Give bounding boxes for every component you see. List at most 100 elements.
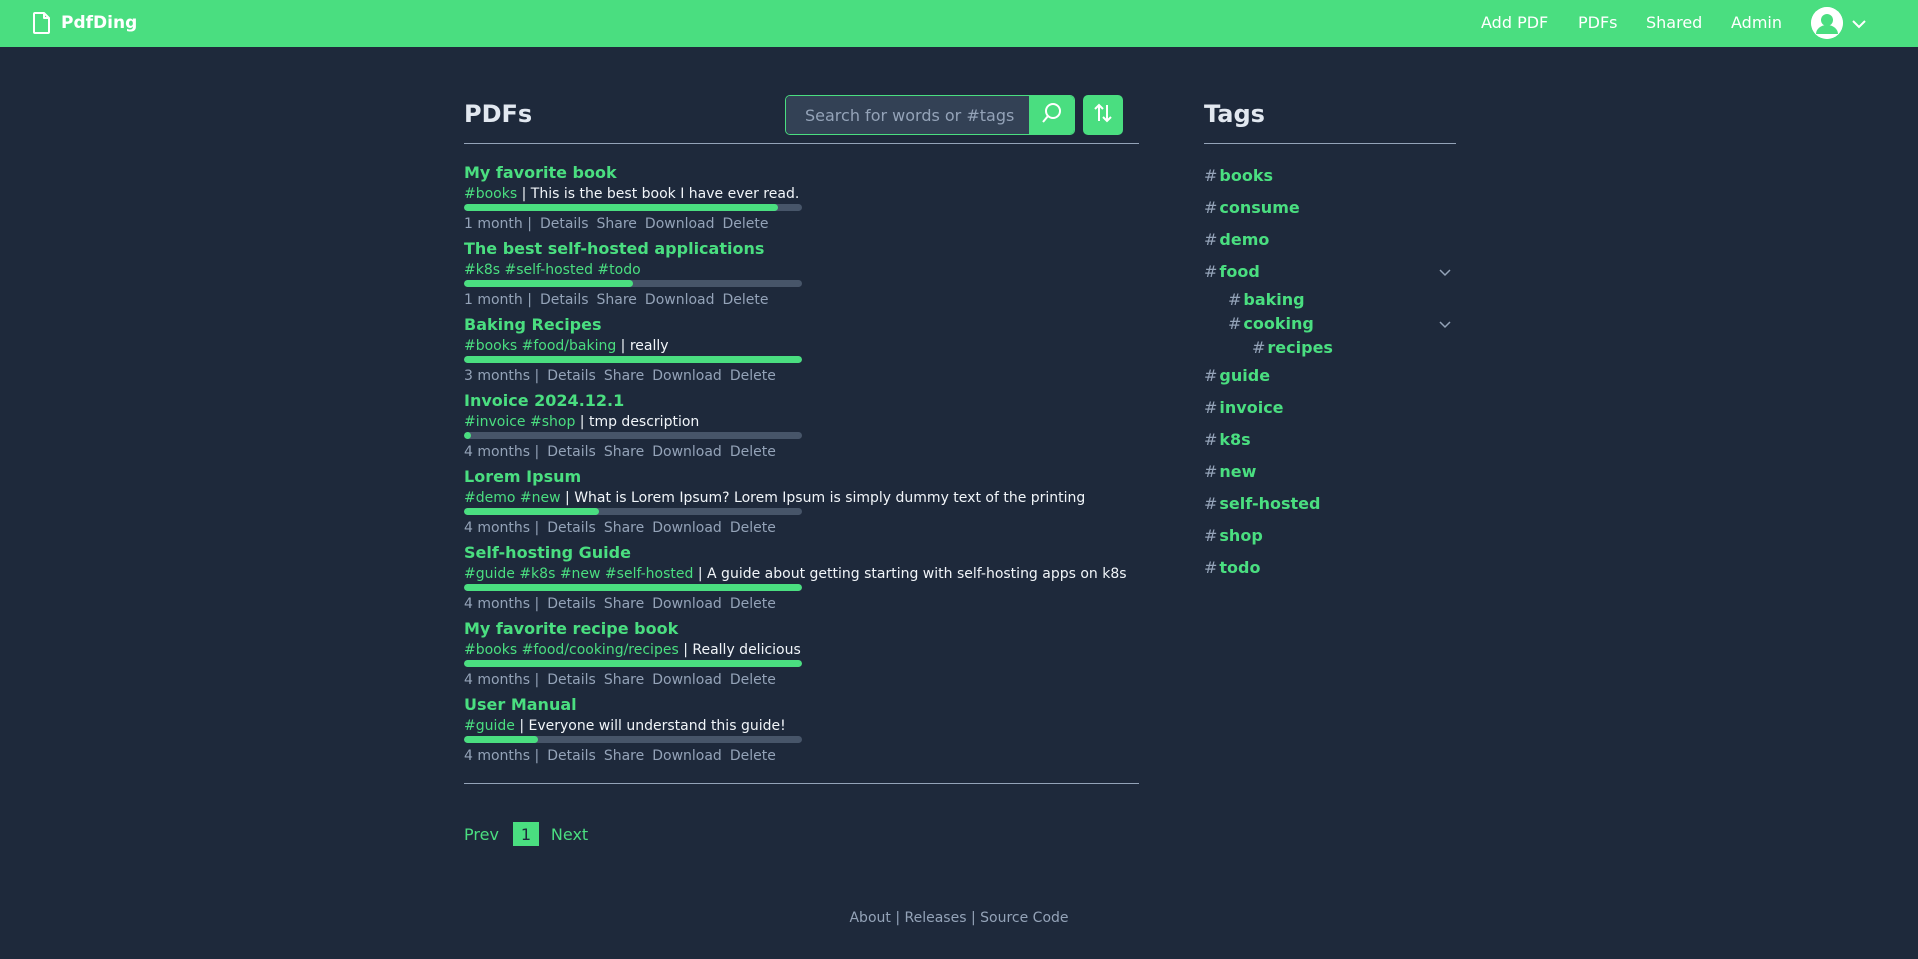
nav-admin[interactable]: Admin xyxy=(1731,13,1782,32)
divider xyxy=(464,143,1139,144)
details-link[interactable]: Details xyxy=(547,596,596,612)
share-link[interactable]: Share xyxy=(597,216,637,232)
tag-label: self-hosted xyxy=(1219,494,1321,513)
tag-shop[interactable]: # shop xyxy=(1204,526,1263,545)
tag-guide[interactable]: # guide xyxy=(1204,366,1270,385)
pdf-title-link[interactable]: Baking Recipes xyxy=(464,315,602,334)
details-link[interactable]: Details xyxy=(547,444,596,460)
tag-label: cooking xyxy=(1243,314,1314,333)
user-menu-button[interactable] xyxy=(1811,7,1867,39)
download-link[interactable]: Download xyxy=(652,596,722,612)
tag-self-hosted[interactable]: # self-hosted xyxy=(1204,494,1320,513)
pdf-item: Lorem Ipsum #demo #new | What is Lorem I… xyxy=(464,467,1104,543)
pdf-tags[interactable]: #demo #new xyxy=(464,490,561,506)
source-code-link[interactable]: Source Code xyxy=(980,910,1068,926)
share-link[interactable]: Share xyxy=(604,748,644,764)
tag-consume[interactable]: # consume xyxy=(1204,198,1300,217)
tag-label: new xyxy=(1219,462,1257,481)
pdf-title-link[interactable]: Lorem Ipsum xyxy=(464,467,581,486)
share-link[interactable]: Share xyxy=(604,672,644,688)
current-page[interactable]: 1 xyxy=(512,822,539,846)
details-link[interactable]: Details xyxy=(547,748,596,764)
share-link[interactable]: Share xyxy=(597,292,637,308)
details-link[interactable]: Details xyxy=(540,292,589,308)
delete-link[interactable]: Delete xyxy=(730,444,776,460)
tag-recipes[interactable]: # recipes xyxy=(1252,338,1333,357)
progress-bar xyxy=(464,432,802,439)
pdf-tags[interactable]: #books xyxy=(464,186,517,202)
download-link[interactable]: Download xyxy=(652,520,722,536)
share-link[interactable]: Share xyxy=(604,368,644,384)
search-button[interactable] xyxy=(1029,96,1074,134)
pdf-title-link[interactable]: Self-hosting Guide xyxy=(464,543,631,562)
pdf-title-link[interactable]: The best self-hosted applications xyxy=(464,239,764,258)
description-text: Really delicious xyxy=(692,642,801,658)
pdf-tags[interactable]: #books #food/cooking/recipes xyxy=(464,642,679,658)
delete-link[interactable]: Delete xyxy=(730,596,776,612)
pdf-title-link[interactable]: Invoice 2024.12.1 xyxy=(464,391,624,410)
details-link[interactable]: Details xyxy=(547,520,596,536)
share-link[interactable]: Share xyxy=(604,520,644,536)
pdf-item: The best self-hosted applications #k8s #… xyxy=(464,239,1104,315)
next-page-link[interactable]: Next xyxy=(551,825,588,844)
details-link[interactable]: Details xyxy=(547,368,596,384)
details-link[interactable]: Details xyxy=(540,216,589,232)
nav-shared[interactable]: Shared xyxy=(1646,13,1702,32)
releases-link[interactable]: Releases xyxy=(905,910,967,926)
delete-link[interactable]: Delete xyxy=(730,748,776,764)
progress-bar xyxy=(464,660,802,667)
tag-demo[interactable]: # demo xyxy=(1204,230,1269,249)
tag-books[interactable]: # books xyxy=(1204,166,1273,185)
tag-todo[interactable]: # todo xyxy=(1204,558,1261,577)
delete-link[interactable]: Delete xyxy=(730,520,776,536)
separator: | xyxy=(693,566,708,582)
tag-k8s[interactable]: # k8s xyxy=(1204,430,1251,449)
details-link[interactable]: Details xyxy=(547,672,596,688)
pdf-tags[interactable]: #guide xyxy=(464,718,515,734)
footer-separator: | xyxy=(966,910,981,926)
pdf-tags[interactable]: #guide #k8s #new #self-hosted xyxy=(464,566,693,582)
tag-food[interactable]: # food xyxy=(1204,262,1260,281)
download-link[interactable]: Download xyxy=(652,748,722,764)
brand-name: PdfDing xyxy=(61,13,138,33)
progress-fill xyxy=(464,280,633,287)
download-link[interactable]: Download xyxy=(652,368,722,384)
divider xyxy=(464,783,1139,784)
search-input[interactable] xyxy=(786,96,1030,134)
chevron-down-icon[interactable] xyxy=(1437,316,1453,332)
description-text: What is Lorem Ipsum? Lorem Ipsum is simp… xyxy=(574,490,1086,506)
pdf-title-link[interactable]: My favorite book xyxy=(464,163,617,182)
share-link[interactable]: Share xyxy=(604,444,644,460)
share-link[interactable]: Share xyxy=(604,596,644,612)
delete-link[interactable]: Delete xyxy=(723,216,769,232)
delete-link[interactable]: Delete xyxy=(730,368,776,384)
delete-link[interactable]: Delete xyxy=(730,672,776,688)
brand-link[interactable]: PdfDing xyxy=(33,11,137,35)
nav-pdfs[interactable]: PDFs xyxy=(1578,13,1618,32)
download-link[interactable]: Download xyxy=(645,216,715,232)
separator: | xyxy=(514,718,529,734)
about-link[interactable]: About xyxy=(849,910,890,926)
pdf-age: 4 months | xyxy=(464,520,540,536)
pdf-title-link[interactable]: My favorite recipe book xyxy=(464,619,678,638)
nav-add-pdf[interactable]: Add PDF xyxy=(1481,13,1548,32)
prev-page-link[interactable]: Prev xyxy=(464,825,499,844)
tag-label: demo xyxy=(1219,230,1270,249)
hash-icon: # xyxy=(1204,262,1218,281)
chevron-down-icon[interactable] xyxy=(1437,264,1453,280)
pdf-title-link[interactable]: User Manual xyxy=(464,695,577,714)
progress-bar xyxy=(464,356,802,363)
tag-baking[interactable]: # baking xyxy=(1228,290,1305,309)
hash-icon: # xyxy=(1204,230,1218,249)
tag-invoice[interactable]: # invoice xyxy=(1204,398,1284,417)
sort-button[interactable] xyxy=(1083,95,1123,135)
download-link[interactable]: Download xyxy=(652,672,722,688)
pdf-tags[interactable]: #k8s #self-hosted #todo xyxy=(464,262,641,278)
tag-new[interactable]: # new xyxy=(1204,462,1256,481)
pdf-tags[interactable]: #invoice #shop xyxy=(464,414,575,430)
delete-link[interactable]: Delete xyxy=(723,292,769,308)
download-link[interactable]: Download xyxy=(652,444,722,460)
download-link[interactable]: Download xyxy=(645,292,715,308)
pdf-tags[interactable]: #books #food/baking xyxy=(464,338,616,354)
tag-cooking[interactable]: # cooking xyxy=(1228,314,1314,333)
